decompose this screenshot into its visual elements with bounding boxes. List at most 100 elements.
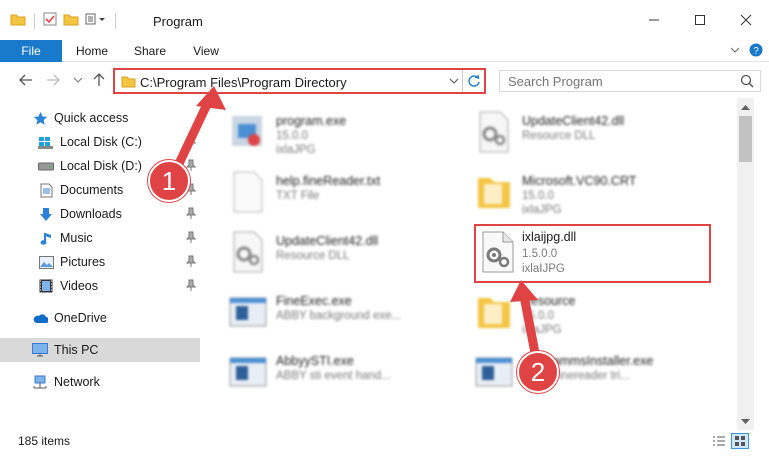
folder-icon — [10, 12, 26, 29]
pin-icon[interactable] — [185, 159, 197, 174]
file-name: UpdateClient42.dll — [276, 234, 379, 248]
nav-this-pc[interactable]: This PC — [0, 338, 200, 362]
maximize-icon — [695, 15, 705, 25]
text-file-icon — [233, 171, 263, 213]
nav-label: Local Disk (C:) — [60, 135, 142, 149]
nav-label: OneDrive — [54, 311, 107, 325]
search-input[interactable] — [500, 71, 730, 91]
file-tile[interactable]: Microsoft.VC90.CRT 15.0.0 ixlaJPG — [474, 164, 724, 222]
file-detail: Resource DLL — [522, 130, 596, 142]
tab-share[interactable]: Share — [124, 40, 176, 62]
nav-label: Music — [60, 231, 93, 245]
refresh-button[interactable] — [462, 70, 484, 92]
tab-file[interactable]: File — [0, 40, 62, 62]
scrollbar-thumb[interactable] — [739, 116, 752, 162]
file-company: ixlaIJPG — [522, 263, 565, 275]
back-button[interactable] — [18, 72, 34, 88]
cloud-icon — [32, 310, 48, 326]
close-button[interactable] — [723, 0, 769, 40]
chevron-down-icon — [73, 77, 83, 83]
nav-downloads[interactable]: Downloads — [0, 202, 200, 226]
highlighted-file-tile[interactable]: ixlaijpg.dll 1.5.0.0 ixlaIJPG — [474, 224, 711, 283]
arrow-up-icon — [93, 73, 105, 86]
file-tile[interactable]: help.fineReader.txt TXT File — [228, 164, 478, 222]
file-tile[interactable]: UpdateClient42.dll Resource DLL — [228, 224, 478, 282]
file-tile[interactable]: Resource 15.0.0 ixlaJPG — [474, 284, 724, 342]
file-name: Resource — [522, 294, 576, 308]
large-icons-view-icon — [735, 436, 745, 446]
windows-drive-icon — [38, 134, 54, 150]
recent-locations-button[interactable] — [70, 72, 86, 88]
dll-gear-file-icon — [482, 231, 514, 273]
folder-icon — [121, 75, 136, 91]
refresh-icon — [467, 74, 480, 87]
file-tile[interactable]: FineExec.exe ABBY background exe... — [228, 284, 478, 342]
vertical-scrollbar[interactable] — [737, 98, 754, 430]
exe-file-icon — [229, 297, 267, 327]
nav-videos[interactable]: Videos — [0, 274, 200, 298]
scroll-up-button[interactable] — [737, 98, 754, 115]
dll-file-icon — [233, 231, 263, 273]
star-icon — [32, 110, 48, 126]
forward-button[interactable] — [45, 72, 61, 88]
file-name: AbbyySTI.exe — [276, 354, 354, 368]
picture-icon — [38, 254, 54, 270]
file-detail: 15.0.0 — [276, 130, 308, 142]
pin-icon[interactable] — [185, 135, 197, 150]
nav-onedrive[interactable]: OneDrive — [0, 306, 200, 330]
pin-icon[interactable] — [185, 207, 197, 222]
maximize-button[interactable] — [677, 0, 723, 40]
file-detail: ABBY background exe... — [276, 310, 402, 322]
new-folder-icon[interactable] — [63, 12, 79, 29]
nav-local-disk-d[interactable]: Local Disk (D:) — [0, 154, 200, 178]
minimize-icon — [649, 19, 659, 21]
exe-file-icon — [229, 357, 267, 387]
exe-file-icon — [232, 116, 262, 146]
up-button[interactable] — [91, 72, 107, 88]
large-icons-view-button[interactable] — [731, 433, 749, 449]
pin-icon[interactable] — [185, 231, 197, 246]
file-tile[interactable]: program.exe 15.0.0 ixlaJPG — [228, 104, 478, 162]
file-detail: 15.0.0 — [522, 310, 554, 322]
address-path[interactable]: C:\Program Files\Program Directory — [140, 75, 347, 90]
quick-access-toolbar — [10, 12, 118, 29]
minimize-button[interactable] — [631, 0, 677, 40]
file-tile[interactable]: AbbyySTI.exe ABBY sti event hand... — [228, 344, 478, 402]
file-name: program.exe — [276, 114, 347, 128]
pin-icon[interactable] — [185, 279, 197, 294]
nav-local-disk-c[interactable]: Local Disk (C:) — [0, 130, 200, 154]
nav-pictures[interactable]: Pictures — [0, 250, 200, 274]
help-icon[interactable]: ? — [749, 43, 763, 60]
details-view-button[interactable] — [710, 433, 728, 449]
file-name: FineExec.exe — [276, 294, 352, 308]
window-title: Program — [153, 14, 203, 29]
tab-home[interactable]: Home — [66, 40, 118, 62]
address-dropdown-icon[interactable] — [448, 74, 460, 91]
tab-view[interactable]: View — [180, 40, 232, 62]
scroll-down-button[interactable] — [737, 413, 754, 430]
exe-file-icon — [475, 357, 513, 387]
address-bar[interactable]: C:\Program Files\Program Directory — [113, 68, 486, 94]
customize-toolbar-icon[interactable] — [85, 12, 107, 29]
file-detail: ixlaJPG — [522, 324, 562, 336]
file-tile[interactable]: ProgrammsInstaller.exe ABBY finereader t… — [474, 344, 724, 402]
pin-icon[interactable] — [185, 255, 197, 270]
item-count: 185 items — [18, 434, 71, 448]
nav-documents[interactable]: Documents — [0, 178, 200, 202]
file-version: 1.5.0.0 — [522, 248, 558, 260]
nav-label: This PC — [54, 343, 99, 357]
nav-quick-access[interactable]: Quick access — [0, 106, 200, 130]
pin-icon[interactable] — [185, 183, 197, 198]
film-icon — [38, 278, 54, 294]
document-icon — [38, 182, 54, 198]
nav-network[interactable]: Network — [0, 370, 200, 394]
search-box[interactable] — [499, 70, 761, 92]
status-bar: 185 items — [0, 430, 769, 452]
file-tile[interactable]: UpdateClient42.dll Resource DLL — [474, 104, 724, 162]
ribbon-right-controls: ? — [729, 43, 763, 60]
music-note-icon — [38, 230, 54, 246]
drive-icon — [38, 158, 54, 174]
nav-music[interactable]: Music — [0, 226, 200, 250]
properties-icon[interactable] — [43, 12, 57, 29]
expand-ribbon-icon[interactable] — [729, 44, 741, 59]
